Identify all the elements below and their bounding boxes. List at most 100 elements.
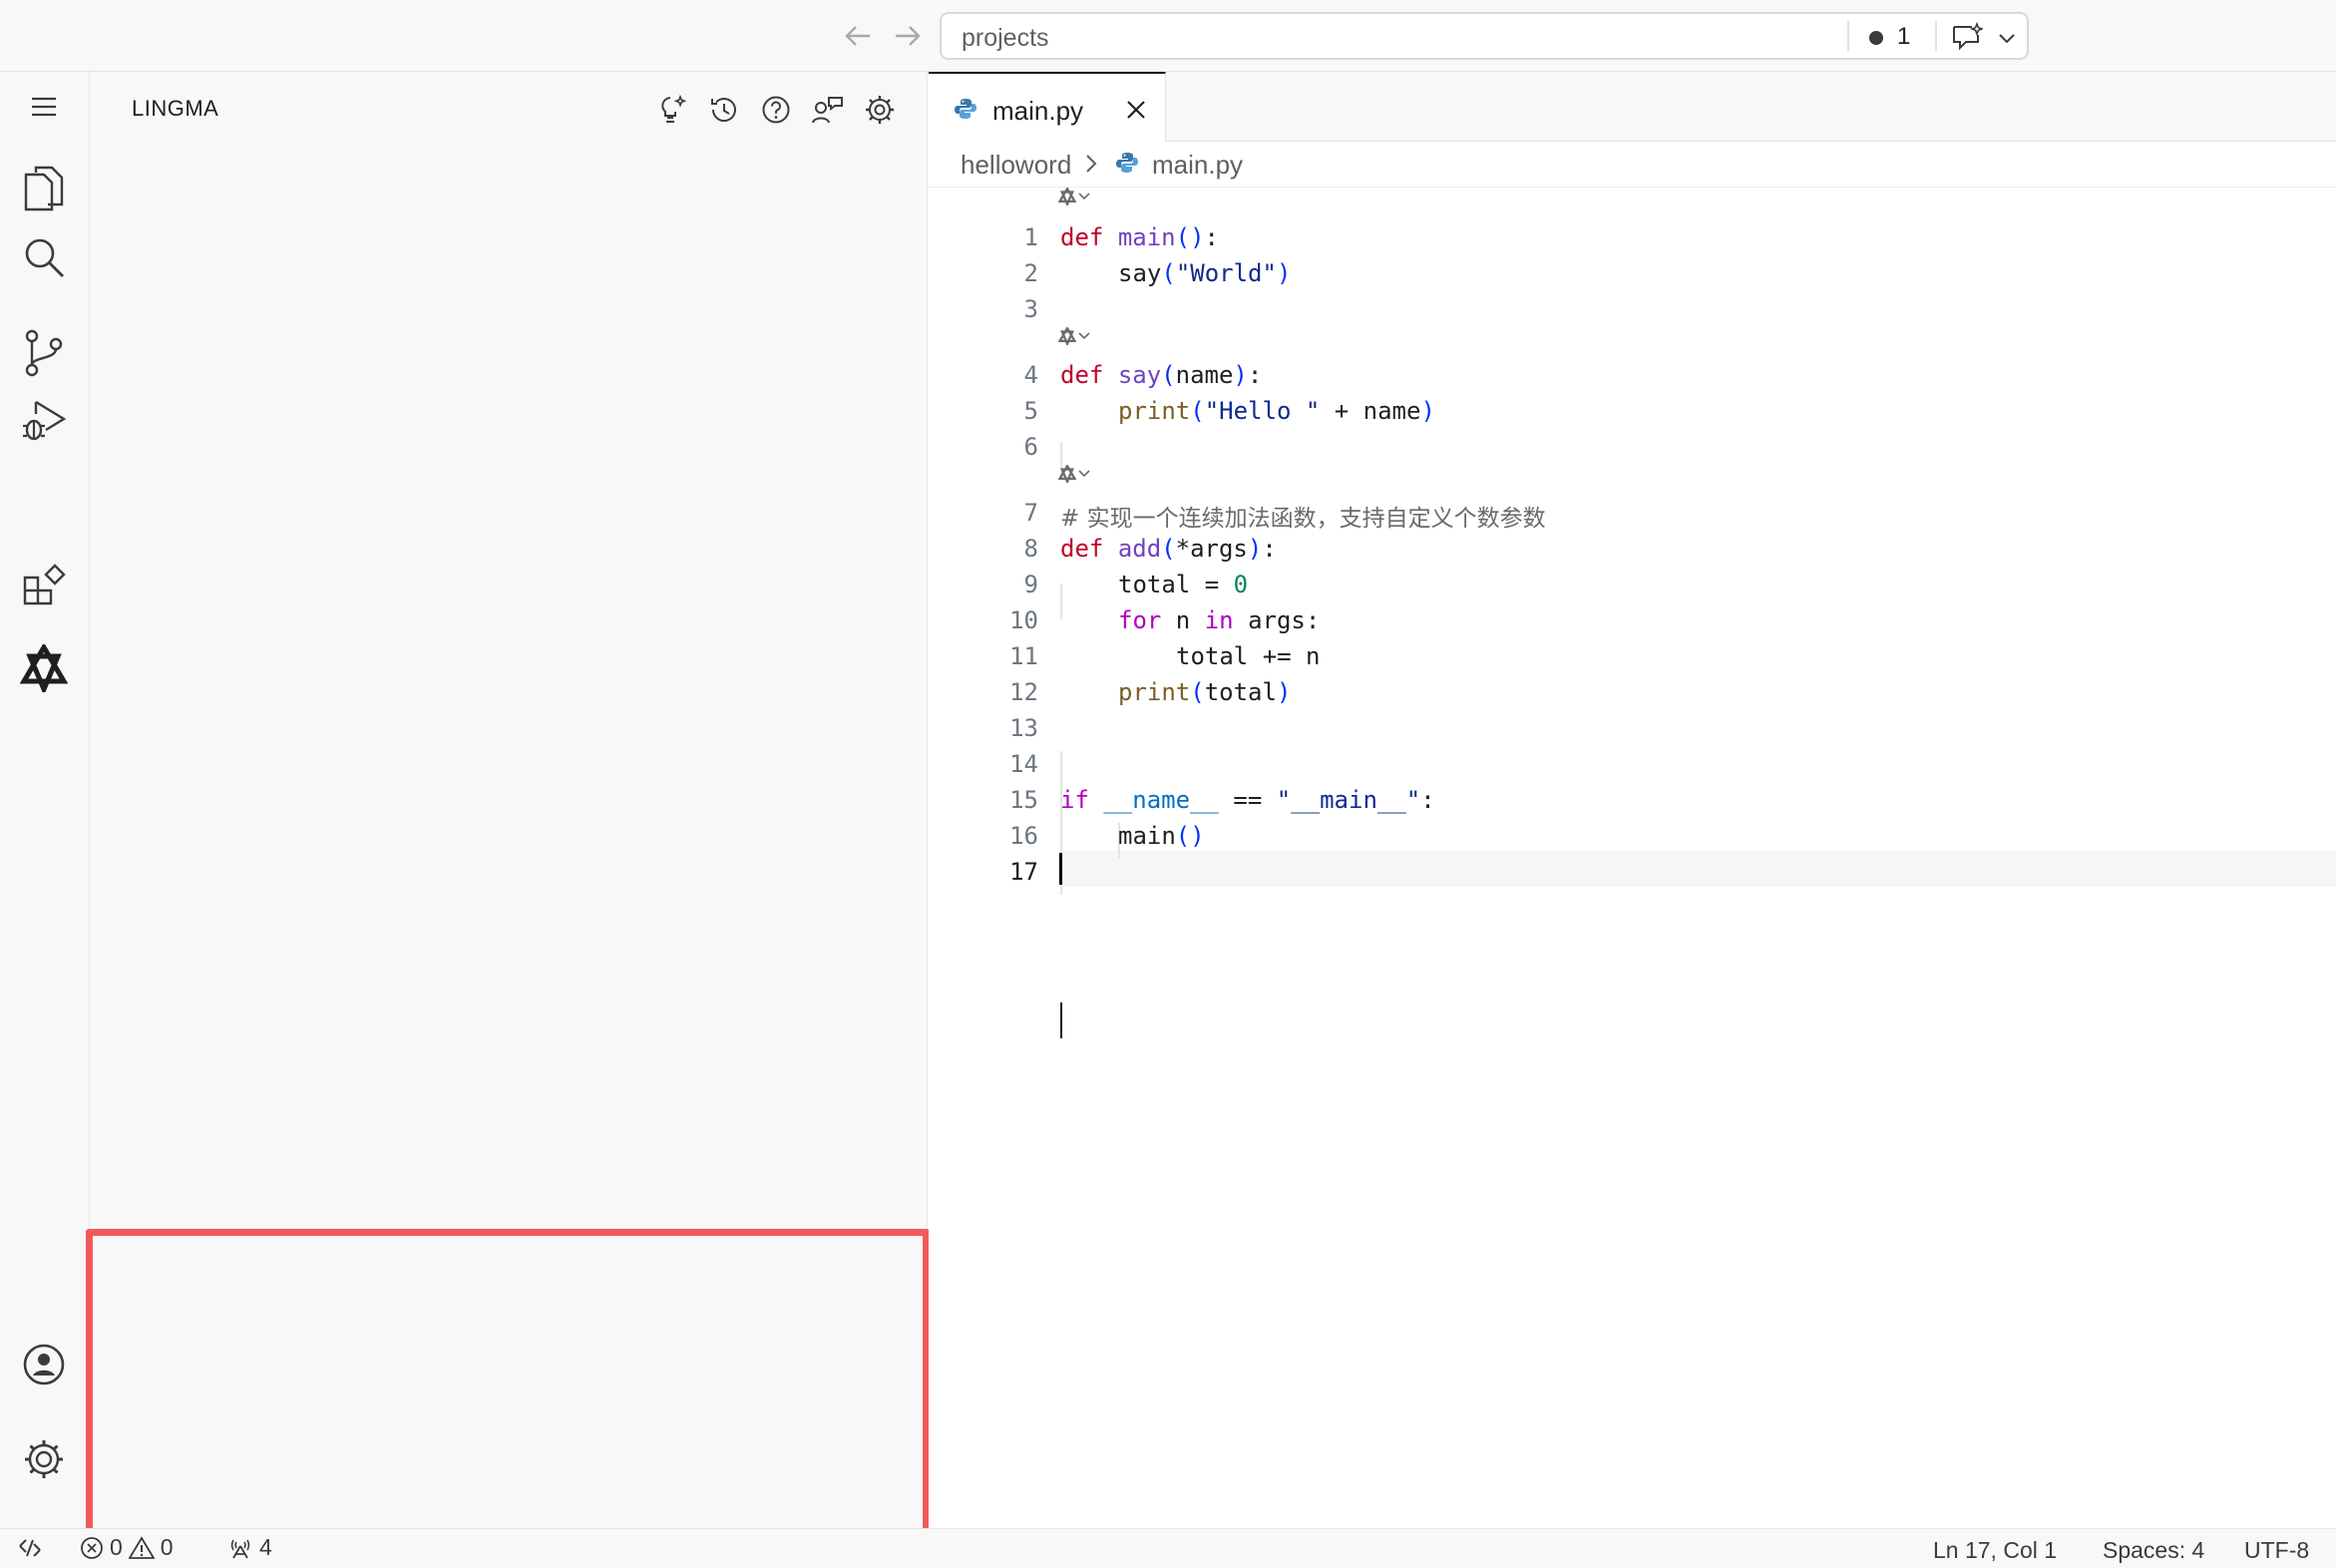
expression: + name xyxy=(1320,397,1421,425)
builtin-name: print xyxy=(1118,678,1191,706)
line-number-active: 17 xyxy=(1009,858,1038,886)
title-bar: projects 1 xyxy=(0,0,2336,72)
search-icon[interactable] xyxy=(16,229,72,285)
lingma-codelens-icon[interactable] xyxy=(1058,465,1090,483)
breadcrumb-file[interactable]: main.py xyxy=(1152,150,1243,181)
settings-icon[interactable] xyxy=(860,90,900,130)
iterable: args: xyxy=(1233,606,1321,634)
line-number: 1 xyxy=(1023,223,1038,251)
ports-antenna-icon xyxy=(230,1539,250,1558)
code-line-10: for n in args: xyxy=(1118,606,1320,634)
line-number: 11 xyxy=(1009,642,1038,670)
close-icon[interactable] xyxy=(1120,94,1152,126)
function-name: add xyxy=(1117,535,1162,563)
extensions-icon[interactable] xyxy=(16,557,72,612)
ports-status[interactable]: 4 xyxy=(227,1534,272,1561)
bracket: ) xyxy=(1247,535,1263,563)
highlight-box xyxy=(86,1229,930,1542)
line-number: 14 xyxy=(1009,750,1038,778)
code-line-1: def main(): xyxy=(1060,223,1219,251)
activity-bar xyxy=(0,72,90,1528)
lingma-icon[interactable] xyxy=(16,640,72,696)
forward-arrow-icon[interactable] xyxy=(890,18,926,54)
keyword: for xyxy=(1118,606,1162,634)
bracket: ) xyxy=(1233,361,1248,389)
status-bar: 0 0 4 Ln 17, Col 1 Spaces: 4 UTF-8 xyxy=(0,1528,2336,1568)
share-icon[interactable] xyxy=(808,90,848,130)
lingma-codelens-icon[interactable] xyxy=(1058,327,1090,345)
menu-icon[interactable] xyxy=(16,79,72,135)
tab-main-py[interactable]: main.py xyxy=(929,72,1166,143)
bracket: ) xyxy=(1420,397,1435,425)
problems-count[interactable]: 1 xyxy=(1897,23,1910,51)
indent-guide-active xyxy=(1060,1002,1062,1038)
text-cursor xyxy=(1059,853,1062,885)
history-icon[interactable] xyxy=(704,90,744,130)
problems-dot-icon xyxy=(1869,31,1883,45)
divider xyxy=(1935,21,1937,51)
chat-sparkle-icon[interactable] xyxy=(1949,20,1985,54)
string: "World" xyxy=(1175,259,1277,287)
error-icon xyxy=(81,1536,103,1559)
run-debug-icon[interactable] xyxy=(16,392,72,448)
help-icon[interactable] xyxy=(756,90,796,130)
line-number: 9 xyxy=(1023,571,1038,598)
string: "__main__" xyxy=(1276,786,1421,814)
line-number: 4 xyxy=(1023,361,1038,389)
code-line-4: def say(name): xyxy=(1060,361,1262,389)
python-file-icon xyxy=(1116,152,1138,179)
explorer-icon[interactable] xyxy=(16,161,72,216)
code-line-8: def add(*args): xyxy=(1060,535,1277,563)
punctuation: : xyxy=(1262,535,1277,563)
lingma-codelens-icon[interactable] xyxy=(1058,188,1090,205)
indent-guide xyxy=(1060,584,1062,619)
line-number: 15 xyxy=(1009,786,1038,814)
code-line-7-comment: # 实现一个连续加法函数，支持自定义个数参数 xyxy=(1060,506,1546,532)
bracket: ) xyxy=(1276,259,1292,287)
code-line-15: if __name__ == "__main__": xyxy=(1060,786,1435,814)
line-number: 12 xyxy=(1009,678,1038,706)
bracket: ( xyxy=(1161,361,1176,389)
bracket: ( xyxy=(1161,535,1176,563)
remote-icon[interactable] xyxy=(18,1536,42,1566)
breadcrumb-folder[interactable]: helloword xyxy=(961,150,1071,181)
line-number: 7 xyxy=(1023,499,1038,527)
problems-status[interactable]: 0 0 xyxy=(80,1534,174,1561)
chevron-down-icon[interactable] xyxy=(1993,24,2021,52)
keyword: def xyxy=(1060,361,1104,389)
chevron-right-icon xyxy=(1084,154,1098,179)
file-encoding[interactable]: UTF-8 xyxy=(2244,1537,2309,1564)
source-control-icon[interactable] xyxy=(16,325,72,381)
line-number: 3 xyxy=(1023,295,1038,323)
line-number: 5 xyxy=(1023,397,1038,425)
bracket: ) xyxy=(1190,822,1205,850)
command-center-search[interactable]: projects 1 xyxy=(940,12,2029,60)
bracket: ( xyxy=(1175,223,1191,251)
punctuation: : xyxy=(1204,223,1219,251)
number: 0 xyxy=(1233,571,1249,598)
keyword: in xyxy=(1204,606,1234,634)
bracket: ) xyxy=(1190,223,1205,251)
string: "Hello " xyxy=(1204,397,1321,425)
line-number: 16 xyxy=(1009,822,1038,850)
code-line-2: say("World") xyxy=(1118,259,1291,287)
parameter: *args xyxy=(1175,535,1248,563)
breadcrumb: helloword main.py xyxy=(929,142,2336,188)
new-chat-sparkle-icon[interactable] xyxy=(652,90,692,130)
line-number: 6 xyxy=(1023,433,1038,461)
current-line-highlight xyxy=(1060,851,2336,887)
cursor-position[interactable]: Ln 17, Col 1 xyxy=(1933,1537,2057,1564)
keyword: if xyxy=(1060,786,1089,814)
code-line-11: total += n xyxy=(1176,642,1321,670)
ports-count: 4 xyxy=(259,1534,272,1560)
code-line-12: print(total) xyxy=(1118,678,1291,706)
account-icon[interactable] xyxy=(16,1337,72,1392)
code-editor[interactable]: 1 2 3 4 5 6 7 8 9 10 11 12 13 14 15 16 1… xyxy=(929,188,2336,1528)
back-arrow-icon[interactable] xyxy=(840,18,876,54)
divider xyxy=(1847,21,1849,51)
manage-gear-icon[interactable] xyxy=(16,1431,72,1487)
tab-label: main.py xyxy=(992,96,1084,126)
indentation-setting[interactable]: Spaces: 4 xyxy=(2103,1537,2204,1564)
punctuation: : xyxy=(1420,786,1435,814)
